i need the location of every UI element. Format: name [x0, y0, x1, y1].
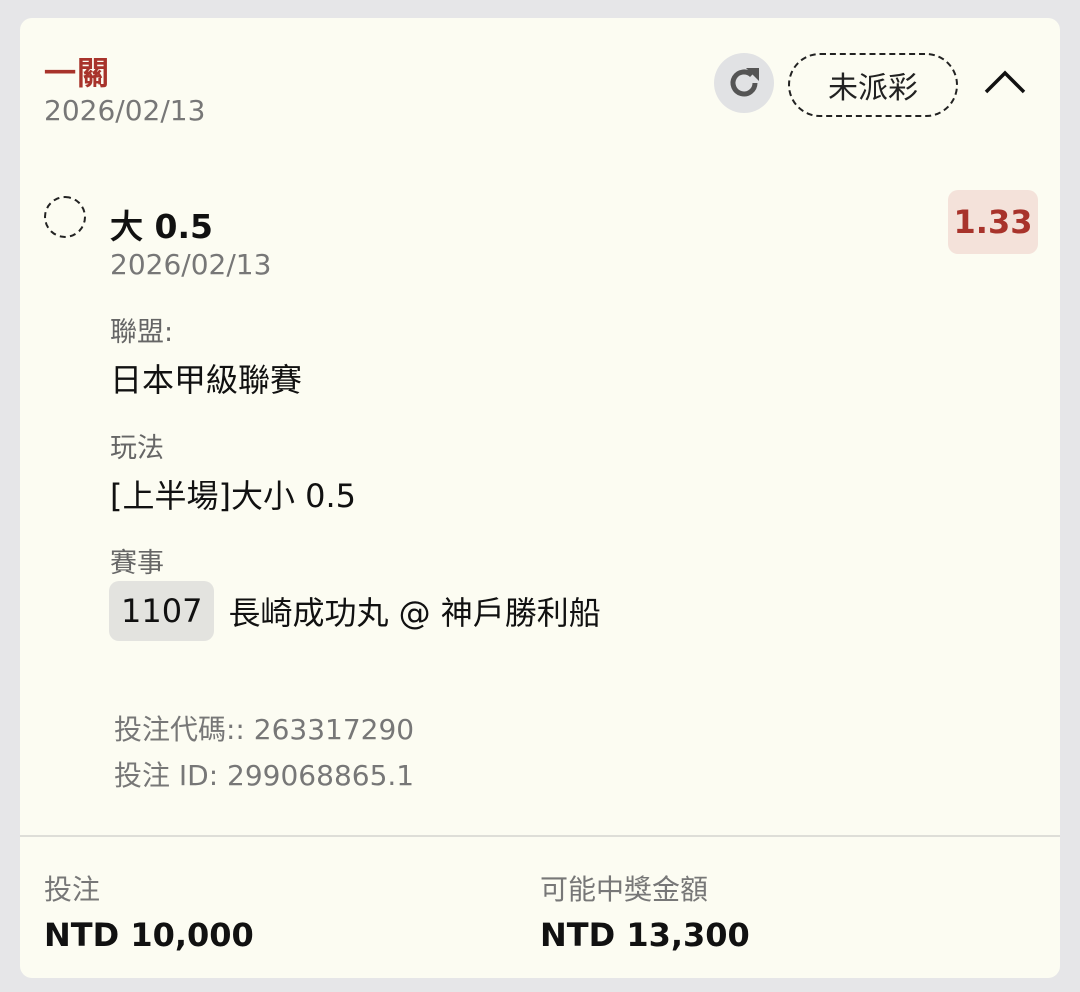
footer-divider — [20, 835, 1060, 837]
league-value: 日本甲級聯賽 — [110, 361, 303, 399]
stake-value: NTD 10,000 — [44, 916, 254, 954]
match-label: 賽事 — [110, 548, 164, 579]
selection-name: 大 0.5 — [110, 207, 213, 246]
payout-value: NTD 13,300 — [540, 916, 750, 954]
selection-radio-icon[interactable] — [44, 196, 86, 238]
bet-id: 投注 ID: 299068865.1 — [114, 759, 415, 792]
stake-label: 投注 — [44, 873, 101, 906]
match-row: 1107 長崎成功丸 @ 神戶勝利船 — [109, 581, 601, 641]
league-label: 聯盟: — [110, 317, 174, 348]
collapse-button[interactable] — [980, 62, 1030, 102]
bet-type-title: 一關 — [44, 54, 111, 92]
play-label: 玩法 — [110, 433, 164, 464]
refresh-button[interactable] — [714, 53, 774, 113]
match-number-badge: 1107 — [109, 581, 215, 641]
odds-badge: 1.33 — [948, 190, 1038, 254]
bet-date: 2026/02/13 — [44, 94, 206, 127]
refresh-icon — [730, 68, 759, 97]
status-badge: 未派彩 — [788, 53, 958, 117]
play-value: [上半場]大小 0.5 — [110, 477, 357, 515]
selection-date: 2026/02/13 — [110, 248, 272, 281]
payout-label: 可能中獎金額 — [540, 873, 709, 906]
bet-card: 一關 2026/02/13 未派彩 大 0.5 2026/02/13 1.33 … — [20, 18, 1060, 978]
bet-code: 投注代碼:: 263317290 — [114, 713, 415, 746]
match-teams: 長崎成功丸 @ 神戶勝利船 — [228, 594, 601, 632]
chevron-up-icon — [984, 70, 1026, 94]
